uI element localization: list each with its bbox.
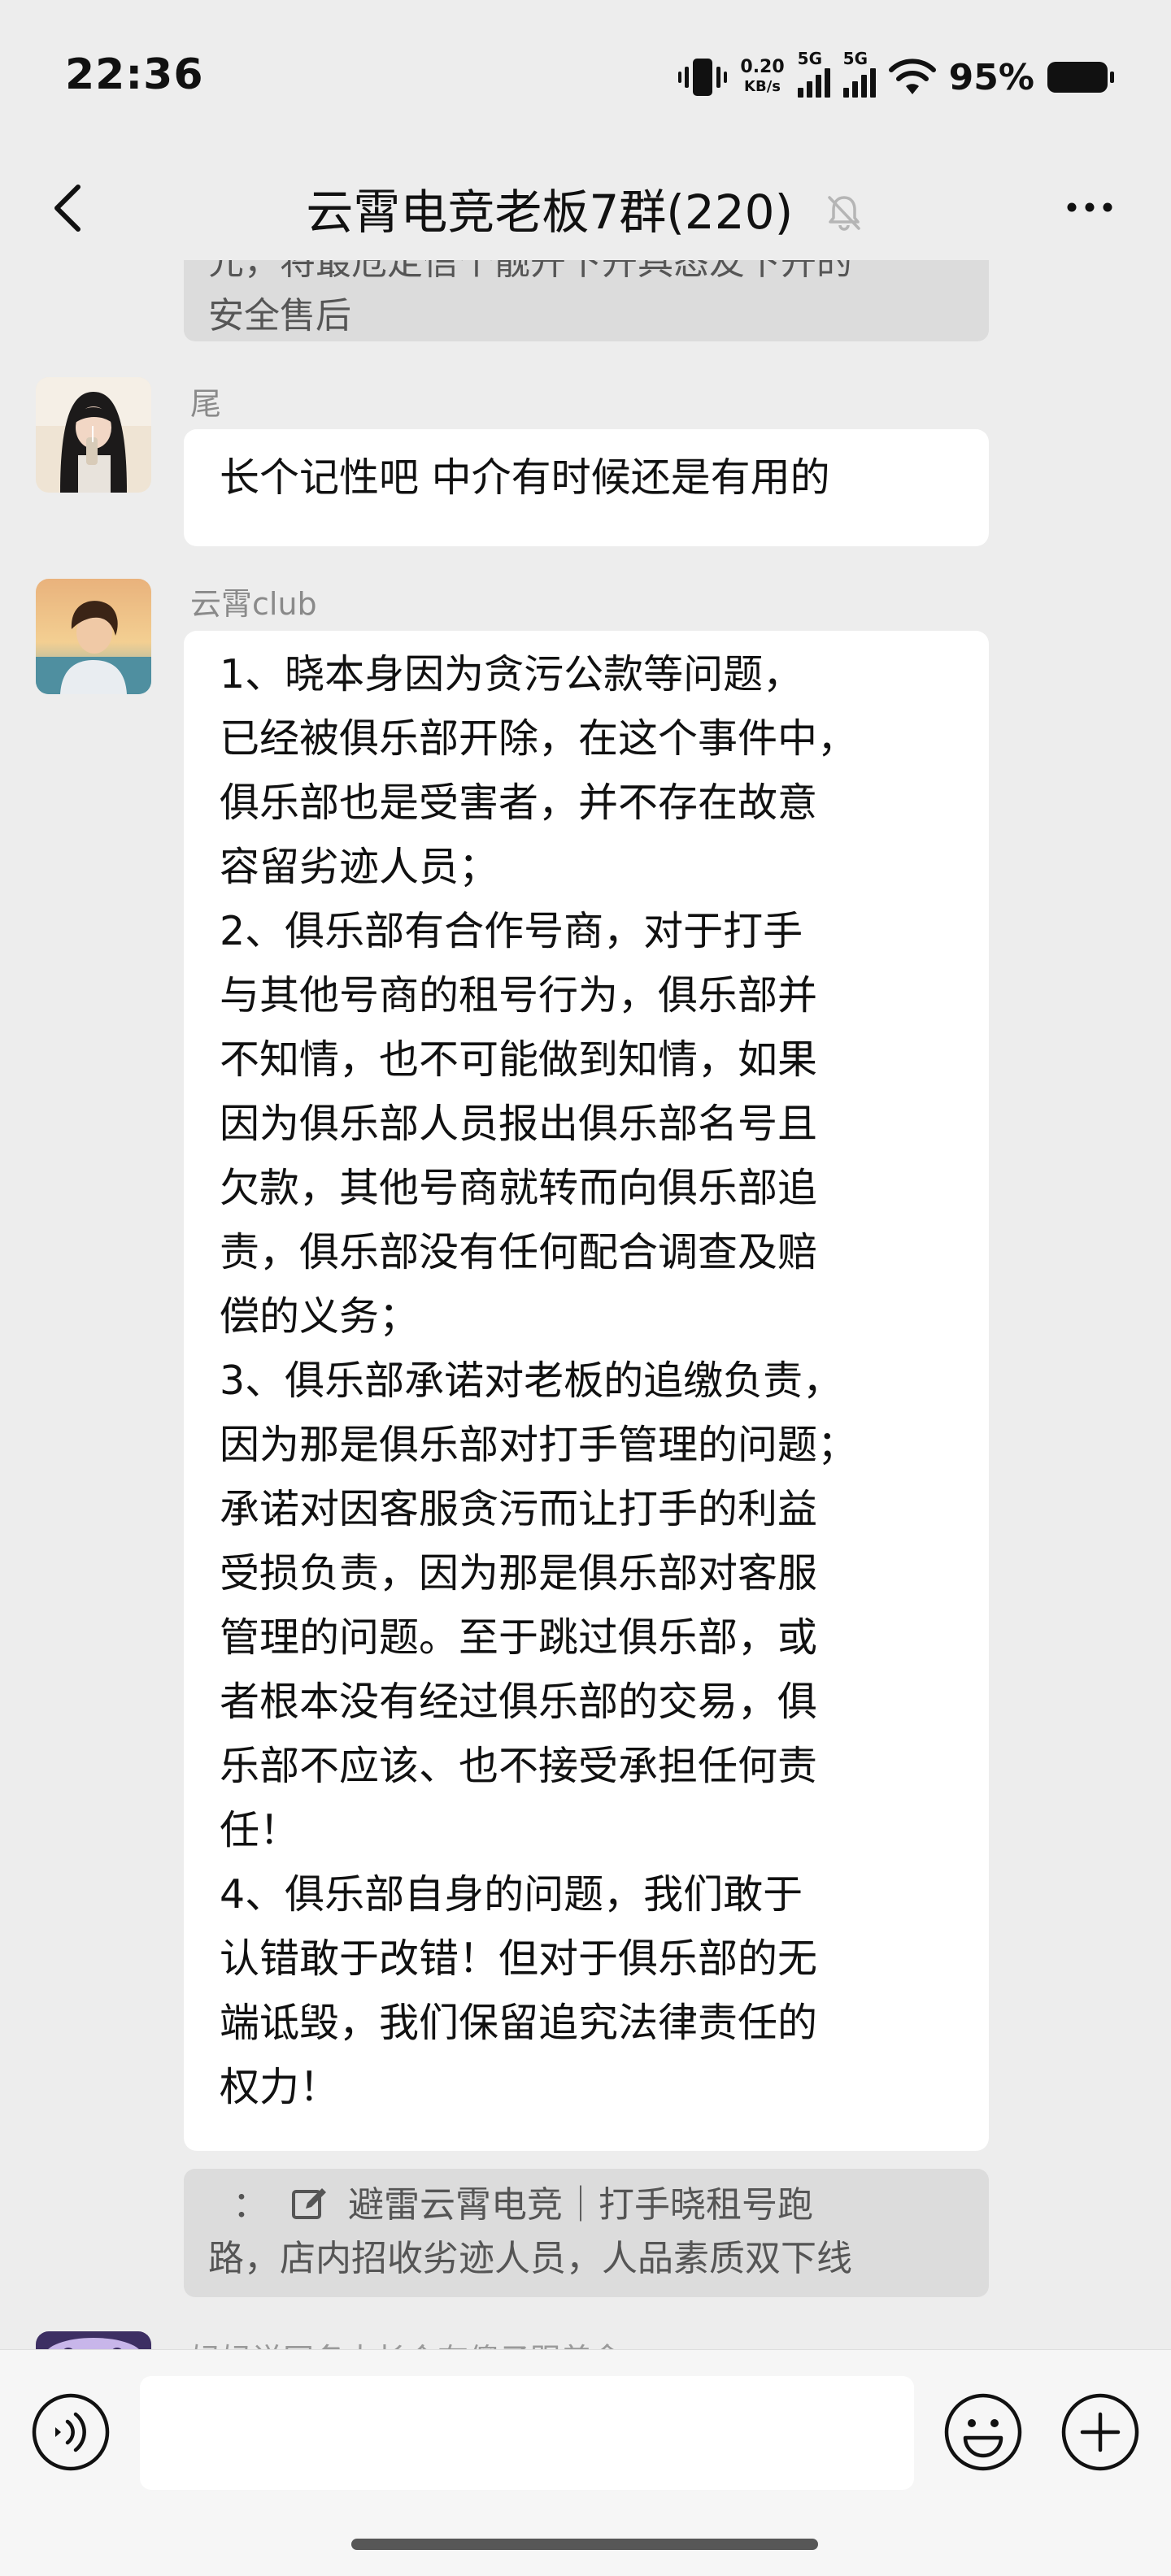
input-bar	[0, 2349, 1171, 2576]
message-text-line: 权力！	[220, 2064, 340, 2110]
emoji-icon[interactable]	[943, 2392, 1023, 2472]
message-text-line: 受损负责，因为那是俱乐部对客服	[220, 1550, 818, 1596]
signal-sim2-icon: 5G	[842, 49, 876, 98]
message-text-line: 俱乐部也是受害者，并不存在故意	[220, 780, 818, 826]
message-bubble[interactable]: 长个记性吧 中介有时候还是有用的	[184, 429, 989, 546]
sim1-label: 5G	[797, 49, 823, 68]
reply-quote-block[interactable]: ： 避雷云霄电竞｜打手晓租号跑 路，店内招收劣迹人员，人品素质双下线	[184, 2169, 989, 2297]
signal-sim1-icon: 5G	[797, 49, 830, 98]
voice-icon[interactable]	[31, 2392, 111, 2472]
wifi-icon	[888, 59, 936, 94]
message-text-line: 与其他号商的租号行为，俱乐部并	[220, 972, 818, 1019]
message-text-line: 2、俱乐部有合作号商，对于打手	[220, 908, 803, 954]
avatar-boy-image	[36, 579, 151, 694]
message-text-line: 者根本没有经过俱乐部的交易，俱	[220, 1679, 818, 1725]
battery-percentage: 95%	[948, 56, 1034, 98]
message-text-line: 承诺对因客服贪污而让打手的利益	[220, 1486, 818, 1532]
message-text-line: 容留劣迹人员；	[220, 844, 499, 890]
message-text-line: 1、晓本身因为贪污公款等问题，	[220, 651, 803, 697]
message-text-line: 不知情，也不可能做到知情，如果	[220, 1036, 818, 1083]
previous-quote-partial-line: 元，将最危定信个靓开下开具态友下开的	[208, 260, 852, 283]
message-text-line: 4、俱乐部自身的问题，我们敢于	[220, 1871, 803, 1918]
status-bar: 22:36 0.20 KB/s 5G 5G 95%	[0, 0, 1171, 154]
edit-icon	[292, 2188, 326, 2219]
battery-icon	[1047, 62, 1114, 93]
message-text-line: 因为俱乐部人员报出俱乐部名号且	[220, 1101, 818, 1147]
sim2-label: 5G	[842, 49, 868, 68]
net-speed: 0.20 KB/s	[740, 58, 784, 97]
sender-name: 妈妈说网名太长会有傻子跟着念	[190, 2335, 623, 2349]
net-speed-value: 0.20	[740, 57, 785, 77]
chat-title[interactable]: 云霄电竞老板7群(220)	[306, 185, 793, 240]
message-input[interactable]	[140, 2376, 914, 2490]
message-text-line: 已经被俱乐部开除，在这个事件中，	[220, 715, 858, 762]
avatar[interactable]	[36, 579, 151, 694]
more-dots-icon[interactable]	[1057, 187, 1122, 228]
message-text-line: 端诋毁，我们保留追究法律责任的	[220, 2000, 818, 2046]
sender-name: 云霄club	[190, 586, 317, 622]
chat-title-wrap: 云霄电竞老板7群(220)	[0, 180, 1171, 241]
message-text-line: 责，俱乐部没有任何配合调查及赔	[220, 1229, 818, 1275]
message-text-line: 因为那是俱乐部对打手管理的问题；	[220, 1422, 858, 1468]
net-speed-unit: KB/s	[744, 78, 781, 95]
message-text-line: 认错敢于改错！但对于俱乐部的无	[220, 1935, 818, 1982]
message-text-line: 欠款，其他号商就转而向俱乐部追	[220, 1165, 818, 1211]
vibrate-icon	[678, 59, 728, 96]
avatar[interactable]	[36, 377, 151, 493]
reply-quote-line1: ： 避雷云霄电竞｜打手晓租号跑	[208, 2179, 964, 2232]
plus-icon[interactable]	[1060, 2392, 1140, 2472]
chat-header: 云霄电竞老板7群(220)	[0, 154, 1171, 260]
sender-name: 尾	[190, 386, 222, 422]
avatar-cartoon-image	[36, 2331, 151, 2349]
previous-quote-block: 元，将最危定信个靓开下开具态友下开的 安全售后	[184, 260, 989, 341]
message-text-line: 管理的问题。至于跳过俱乐部，或	[220, 1614, 818, 1661]
avatar[interactable]	[36, 2331, 151, 2349]
status-time: 22:36	[65, 50, 204, 99]
quote-text-line1: 避雷云霄电竞｜打手晓租号跑	[348, 2184, 813, 2226]
avatar-girl-image	[36, 377, 151, 493]
chat-message-list[interactable]: 元，将最危定信个靓开下开具态友下开的 安全售后 尾 长个记性吧 中介有时候还是有…	[0, 260, 1171, 2349]
message-text-line: 3、俱乐部承诺对老板的追缴负责，	[220, 1358, 843, 1404]
message-text-line: 任！	[220, 1807, 300, 1853]
message-text: 长个记性吧 中介有时候还是有用的	[220, 454, 830, 501]
message-text-line: 乐部不应该、也不接受承担任何责	[220, 1743, 818, 1789]
quote-text-line2: 路，店内招收劣迹人员，人品素质双下线	[208, 2238, 852, 2279]
bell-off-icon	[827, 196, 860, 231]
message-text-line: 偿的义务；	[220, 1293, 420, 1340]
quote-prefix: ：	[233, 2184, 268, 2226]
previous-quote-last-line: 安全售后	[208, 295, 351, 337]
status-icons: 0.20 KB/s 5G 5G 95%	[678, 49, 1114, 106]
home-indicator[interactable]	[351, 2539, 818, 2550]
message-bubble[interactable]: 1、晓本身因为贪污公款等问题， 已经被俱乐部开除，在这个事件中， 俱乐部也是受害者，…	[184, 631, 989, 2151]
